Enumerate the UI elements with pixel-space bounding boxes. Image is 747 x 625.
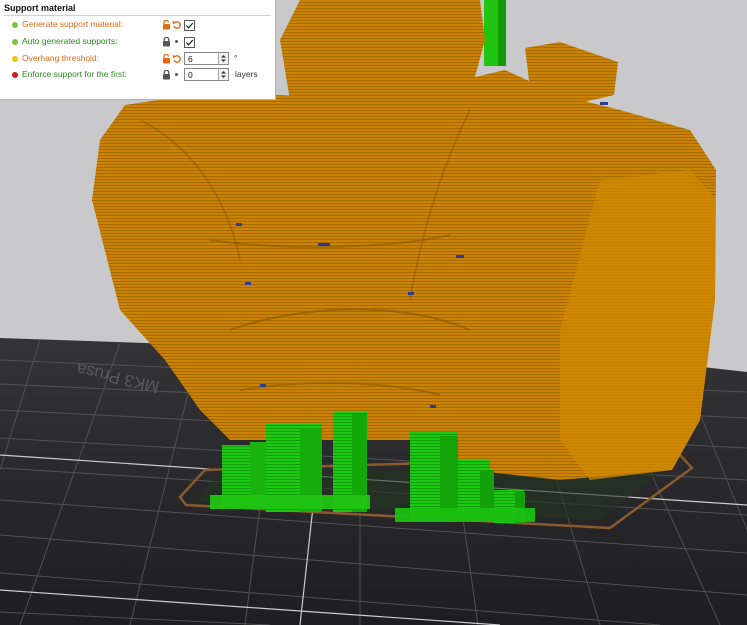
unit-label: layers [235, 69, 258, 79]
option-overhang-threshold: Overhang threshold: 6 ° [0, 51, 275, 67]
locked-lock-icon[interactable] [162, 70, 171, 80]
undo-arrow-icon[interactable] [172, 20, 182, 30]
panel-divider [4, 15, 271, 16]
mode-expert-icon [12, 72, 18, 78]
option-enforce-support: Enforce support for the first: 0 layers [0, 67, 275, 83]
option-label: Generate support material: [22, 19, 124, 29]
mode-simple-icon [12, 22, 18, 28]
locked-lock-icon[interactable] [162, 37, 171, 47]
undo-arrow-icon[interactable] [172, 54, 182, 64]
support-material-panel: Support material Generate support materi… [0, 0, 276, 100]
spin-arrows[interactable] [218, 53, 228, 64]
option-auto-generated: Auto generated supports: [0, 34, 275, 50]
default-bullet-icon [175, 73, 178, 76]
spin-value: 0 [188, 70, 193, 80]
mode-advanced-icon [12, 56, 18, 62]
option-label: Auto generated supports: [22, 36, 118, 46]
generate-support-checkbox[interactable] [184, 20, 195, 31]
unlocked-lock-icon[interactable] [162, 54, 171, 64]
default-bullet-icon [175, 40, 178, 43]
panel-title: Support material [4, 3, 76, 13]
spin-value: 6 [188, 54, 193, 64]
unlocked-lock-icon[interactable] [162, 20, 171, 30]
option-label: Overhang threshold: [22, 53, 100, 63]
mode-simple-icon [12, 39, 18, 45]
option-label: Enforce support for the first: [22, 69, 127, 79]
enforce-layers-spinbox[interactable]: 0 [184, 68, 229, 81]
option-generate-support: Generate support material: [0, 17, 275, 33]
unit-label: ° [234, 53, 238, 63]
spin-arrows[interactable] [218, 69, 228, 80]
auto-generated-checkbox[interactable] [184, 37, 195, 48]
overhang-threshold-spinbox[interactable]: 6 [184, 52, 229, 65]
